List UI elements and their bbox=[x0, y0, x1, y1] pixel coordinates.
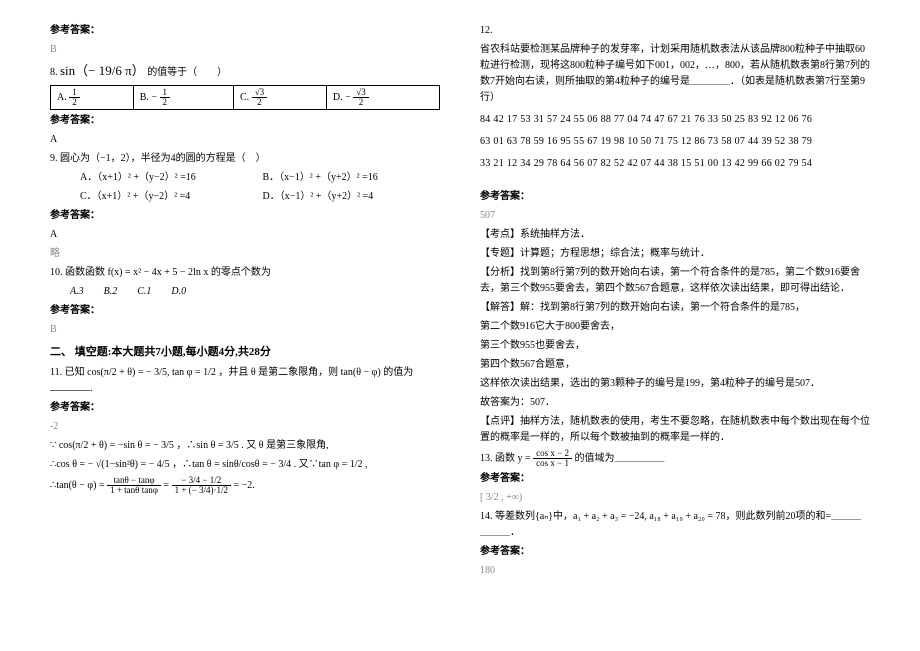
q11-line: 11. 已知 cos(π/2 + θ) = − 3/5, tan φ = 1/2… bbox=[50, 365, 440, 397]
ans-label-5: 参考答案： bbox=[50, 400, 440, 416]
rand-row-3: 33 21 12 34 29 78 64 56 07 82 52 42 07 4… bbox=[480, 156, 870, 172]
q12-jd4: 第四个数567合题意， bbox=[480, 357, 870, 373]
q11-ans: -2 bbox=[50, 419, 440, 435]
q8-tail: 的值等于（ ） bbox=[147, 67, 227, 78]
q13-ans-label: 参考答案： bbox=[480, 471, 870, 487]
q8-choice-table: A. 12 B. − 12 C. √32 D. − √32 bbox=[50, 85, 440, 110]
q8-b-label: B. bbox=[140, 92, 149, 103]
q13-line: 13. 函数 y = cos x − 2cos x − 1 的值域为＿＿＿＿＿ bbox=[480, 449, 870, 468]
q8-d-label: D. bbox=[333, 92, 343, 103]
q13-mid: y = bbox=[518, 453, 531, 464]
q12-dp: 【点评】抽样方法，随机数表的使用，考生不要忽略，在随机数表中每个数出现在每个位置… bbox=[480, 414, 870, 446]
q11-pre: 11. 已知 bbox=[50, 367, 85, 378]
q11-s3-eq: = bbox=[163, 480, 169, 491]
q12-jd6: 故答案为：507． bbox=[480, 395, 870, 411]
q9-row1: A．（x+1）² +（y−2）² =16 B．（x−1）² +（y+2）² =1… bbox=[50, 170, 440, 186]
q12-jd3: 第三个数955也要舍去， bbox=[480, 338, 870, 354]
lue: 略 bbox=[50, 246, 440, 262]
q11-s3-res: = −2. bbox=[233, 480, 254, 491]
q9-b: B．（x−1）² +（y+2）² =16 bbox=[263, 172, 378, 183]
ans-label: 参考答案： bbox=[50, 23, 440, 39]
q9-c: C．（x+1）² +（y−2）² =4 bbox=[80, 189, 260, 205]
q9-a: A．（x+1）² +（y−2）² =16 bbox=[80, 170, 260, 186]
q14-ans: 180 bbox=[480, 563, 870, 579]
q8-expr: sin（− 19/6 π） bbox=[60, 63, 145, 78]
ans-label-4: 参考答案： bbox=[50, 303, 440, 319]
q13-ans: [ 3/2 , +∞) bbox=[480, 490, 870, 506]
q11-e1: cos(π/2 + θ) = − 3/5, tan φ = 1/2 bbox=[87, 367, 216, 378]
q8-num: 8. bbox=[50, 67, 58, 78]
q13-den: cos x − 1 bbox=[533, 459, 572, 468]
q10-text: 10. 函数函数 f(x) = x² − 4x + 5 − 2ln x 的零点个… bbox=[50, 265, 440, 281]
ans-value: B bbox=[50, 42, 440, 58]
q12-fx: 【分析】找到第8行第7列的数开始向右读，第一个符合条件的是785，第二个数916… bbox=[480, 265, 870, 297]
q13-pre: 13. 函数 bbox=[480, 453, 515, 464]
ans-label-2: 参考答案： bbox=[50, 113, 440, 129]
blank bbox=[50, 381, 90, 391]
q14-ans-label: 参考答案： bbox=[480, 544, 870, 560]
rand-row-2: 63 01 63 78 59 16 95 55 67 19 98 10 50 7… bbox=[480, 134, 870, 150]
q12-jd1: 【解答】解：找到第8行第7列的数开始向右读，第一个符合条件的是785， bbox=[480, 300, 870, 316]
q11-s1: ∵ cos(π/2 + θ) = −sin θ = − 3/5 ，∴sin θ … bbox=[50, 438, 440, 454]
q8-line: 8. sin（− 19/6 π） 的值等于（ ） bbox=[50, 61, 440, 82]
q12-jd5: 这样依次读出结果，选出的第3颗种子的编号是199，第4粒种子的编号是507． bbox=[480, 376, 870, 392]
q11-s2: ∴cos θ = − √(1−sin²θ) = − 4/5 ，∴tan θ = … bbox=[50, 457, 440, 473]
q9-d: D．（x−1）² +（y+2）² =4 bbox=[263, 191, 374, 202]
q12-l1: 省农科站要检测某品牌种子的发芽率，计划采用随机数表法从该品牌800粒种子中抽取6… bbox=[480, 42, 870, 106]
ans-value-a: A bbox=[50, 132, 440, 148]
q11-s4-den: 1 + (− 3/4)·1/2 bbox=[172, 486, 231, 495]
q8-c-label: C. bbox=[240, 92, 249, 103]
q12-jd2: 第二个数916它大于800要舍去， bbox=[480, 319, 870, 335]
q9-row2: C．（x+1）² +（y−2）² =4 D．（x−1）² +（y+2）² =4 bbox=[50, 189, 440, 205]
ans-value-a2: A bbox=[50, 227, 440, 243]
q11-s3: ∴tan(θ − φ) = tanθ − tanφ1 + tanθ tanφ =… bbox=[50, 476, 440, 495]
section2-title: 二、 填空题:本大题共7小题,每小题4分,共28分 bbox=[50, 344, 440, 362]
q11-mid: ，并且 θ 是第二象限角，则 tan(θ − φ) 的值为 bbox=[218, 367, 413, 378]
q14-text: 14. 等差数列{aₙ}中，a₁ + a₂ + a₃ = −24, a₁₈ + … bbox=[480, 509, 870, 541]
q12-kd: 【考点】系统抽样方法． bbox=[480, 227, 870, 243]
q10-choices: A.3 B.2 C.1 D.0 bbox=[50, 284, 440, 300]
ans-b2: B bbox=[50, 322, 440, 338]
q8-a-label: A. bbox=[57, 92, 67, 103]
q11-s3-den: 1 + tanθ tanφ bbox=[107, 486, 161, 495]
q9-text: 9. 圆心为（−1，2），半径为4的圆的方程是（ ） bbox=[50, 151, 440, 167]
q13-tail: 的值域为＿＿＿＿＿ bbox=[574, 453, 664, 464]
q12-zt: 【专题】计算题；方程思想；综合法；概率与统计． bbox=[480, 246, 870, 262]
q11-s3-pre: ∴tan(θ − φ) = bbox=[50, 480, 105, 491]
q12-num: 12. bbox=[480, 23, 870, 39]
q12-ans: 507 bbox=[480, 208, 870, 224]
q12-ans-label: 参考答案： bbox=[480, 189, 870, 205]
rand-row-1: 84 42 17 53 31 57 24 55 06 88 77 04 74 4… bbox=[480, 112, 870, 128]
ans-label-3: 参考答案： bbox=[50, 208, 440, 224]
